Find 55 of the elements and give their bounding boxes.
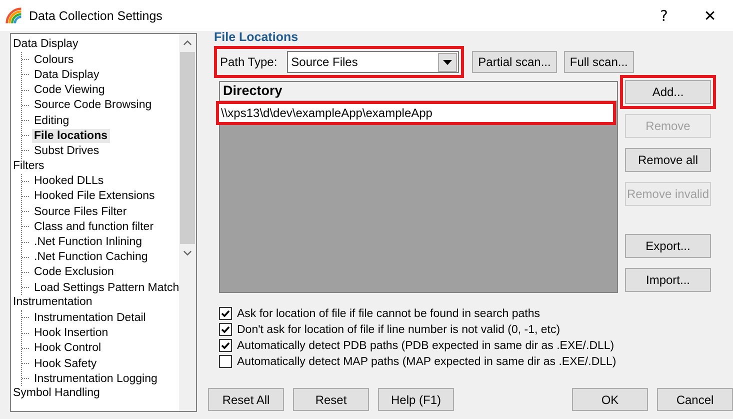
scrollbar[interactable] [179, 34, 196, 411]
path-type-dropdown[interactable]: Source Files [287, 51, 460, 73]
tree-item[interactable]: Hooked File Extensions [32, 189, 157, 204]
side-button[interactable]: Import... [625, 268, 711, 292]
tree-item[interactable]: Load Settings Pattern Match [32, 280, 179, 295]
checkbox-label: Ask for location of file if file cannot be found in search paths [237, 308, 540, 320]
side-button[interactable]: Export... [625, 234, 711, 258]
tree-item[interactable]: File locations [32, 128, 110, 143]
path-type-label: Path Type: [220, 55, 278, 69]
tree-item[interactable]: .Net Function Inlining [32, 235, 144, 250]
side-button[interactable]: Remove all [625, 148, 711, 172]
tree-item[interactable]: Hooked DLLs [32, 174, 106, 188]
checkbox-label: Don't ask for location of file if line number is not valid (0, -1, etc) [237, 324, 560, 336]
tree-item[interactable]: Symbol Handling [13, 386, 179, 402]
tree-item[interactable]: Instrumentation Logging [32, 372, 160, 386]
tree-item[interactable]: Editing [32, 114, 72, 128]
tree-item[interactable]: Filters [13, 158, 179, 174]
scan-button[interactable]: Full scan... [564, 51, 634, 73]
close-button[interactable]: ✕ [687, 0, 733, 31]
checkbox-label: Automatically detect MAP paths (MAP expected in same dir as .EXE/.DLL) [237, 356, 616, 368]
checkbox[interactable] [219, 323, 232, 336]
scroll-up-icon[interactable] [183, 40, 192, 46]
footer-button[interactable]: OK [572, 388, 648, 411]
tree-item[interactable]: Class and function filter [32, 220, 156, 234]
footer-button[interactable]: Reset All [208, 388, 284, 411]
section-heading: File Locations [214, 30, 300, 44]
tree-item[interactable]: Hook Insertion [32, 326, 110, 340]
footer-button[interactable]: Cancel [657, 388, 733, 411]
scroll-down-icon[interactable] [183, 250, 192, 256]
side-button[interactable]: Add... [625, 80, 711, 104]
rainbow-icon [5, 6, 23, 24]
tree-item[interactable]: Code Viewing [32, 83, 107, 98]
checkbox[interactable] [219, 307, 232, 320]
footer-button[interactable]: Reset [293, 388, 369, 411]
checkbox[interactable] [219, 355, 232, 368]
tree-item[interactable]: Subst Drives [32, 144, 102, 158]
tree-item[interactable]: Hook Safety [32, 356, 99, 371]
tree-item[interactable]: Code Exclusion [32, 265, 116, 280]
tree-item[interactable]: Instrumentation [13, 295, 179, 310]
column-header[interactable]: Directory [220, 82, 617, 101]
footer-button[interactable]: Help (F1) [378, 388, 454, 411]
tree-item[interactable]: .Net Function Caching [32, 250, 150, 264]
tree-item[interactable]: Instrumentation Detail [32, 310, 148, 325]
tree-item[interactable]: Colours [32, 52, 76, 67]
help-button[interactable]: ? [641, 0, 687, 31]
checkbox[interactable] [219, 339, 232, 352]
tree-item[interactable]: Source Files Filter [32, 204, 129, 219]
window-title: Data Collection Settings [29, 8, 162, 22]
tree-item[interactable]: Hook Control [32, 341, 104, 356]
tree-item[interactable]: Data Display [13, 37, 179, 52]
tree-item[interactable]: Data Display [32, 68, 102, 82]
tree-item[interactable]: Source Code Browsing [32, 98, 154, 112]
scan-button[interactable]: Partial scan... [472, 51, 557, 73]
checkbox-label: Automatically detect PDB paths (PDB expected in same dir as .EXE/.DLL) [237, 340, 614, 352]
directory-row[interactable]: \\xps13\d\dev\exampleApp\exampleApp [216, 101, 616, 125]
